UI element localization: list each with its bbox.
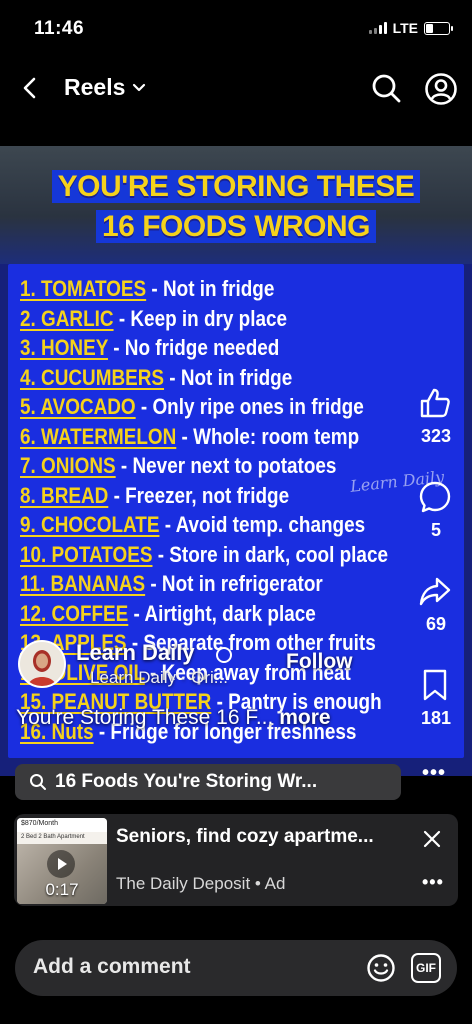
food-list-item: 1. TOMATOES - Not in fridge — [20, 276, 398, 306]
ad-thumb-price: $870/Month — [17, 818, 107, 832]
food-name: 9. CHOCOLATE — [20, 512, 160, 537]
ad-thumbnail[interactable]: $870/Month 2 Bed 2 Bath Apartment 0:17 — [17, 818, 107, 904]
food-list-item: 8. BREAD - Freezer, not fridge — [20, 483, 398, 513]
audio-label[interactable]: Learn Daily · Ori... — [90, 668, 228, 688]
food-tip: - Store in dark, cool place — [152, 541, 388, 567]
food-list-item: 9. CHOCOLATE - Avoid temp. changes — [20, 512, 398, 542]
food-list-item: 10. POTATOES - Store in dark, cool place — [20, 542, 398, 572]
food-tip: - Not in fridge — [146, 276, 275, 301]
food-tip: - Not in refrigerator — [145, 571, 323, 596]
headline-line1: YOU'RE STORING THESE — [0, 168, 472, 206]
ad-more-icon[interactable]: ••• — [422, 872, 444, 893]
food-tip: - Keep in dry place — [113, 305, 288, 331]
ad-label: Ad — [264, 874, 286, 893]
search-chip-text: 16 Foods You're Storing Wr... — [55, 771, 318, 792]
follow-button[interactable]: Follow — [286, 650, 353, 674]
food-list-item: 5. AVOCADO - Only ripe ones in fridge — [20, 394, 398, 424]
food-tip: - Freezer, not fridge — [108, 482, 290, 508]
status-indicators: LTE — [368, 20, 453, 36]
caption-more[interactable]: more — [279, 706, 330, 729]
ad-title[interactable]: Seniors, find cozy apartme... — [116, 826, 374, 848]
food-name: 8. BREAD — [20, 482, 109, 508]
creator-avatar[interactable] — [18, 640, 66, 688]
food-name: 3. HONEY — [20, 335, 108, 360]
signal-icon — [368, 22, 387, 34]
ad-duration: 0:17 — [45, 880, 79, 899]
like-count: 323 — [420, 426, 452, 446]
food-tip: - Airtight, dark place — [128, 600, 316, 626]
food-name: 2. GARLIC — [20, 305, 114, 331]
food-tip: - Whole: room temp — [176, 423, 360, 449]
food-tip: - No fridge needed — [107, 335, 280, 360]
food-name: 12. COFFEE — [20, 600, 129, 626]
share-icon[interactable] — [418, 574, 452, 608]
comment-bar: GIF — [15, 940, 457, 996]
play-icon[interactable] — [47, 850, 75, 878]
food-list-item: 3. HONEY - No fridge needed — [20, 335, 398, 365]
back-arrow-icon[interactable] — [18, 76, 42, 100]
ad-thumb-caption: 2 Bed 2 Bath Apartment — [17, 832, 107, 844]
reels-title-dropdown[interactable]: Reels — [64, 74, 147, 101]
like-icon[interactable] — [418, 386, 452, 420]
save-count: 181 — [420, 708, 452, 728]
status-time: 11:46 — [34, 18, 85, 39]
emoji-icon[interactable] — [366, 953, 396, 983]
ad-sponsor-line: The Daily Deposit • Ad — [116, 874, 286, 893]
battery-icon — [424, 21, 453, 35]
ad-card[interactable]: $870/Month 2 Bed 2 Bath Apartment 0:17 S… — [14, 814, 458, 906]
gif-button[interactable]: GIF — [411, 953, 441, 983]
headline-line2: 16 FOODS WRONG — [0, 208, 472, 246]
food-list-item: 7. ONIONS - Never next to potatoes — [20, 453, 398, 483]
food-list-item: 11. BANANAS - Not in refrigerator — [20, 571, 398, 601]
ad-sponsor: The Daily Deposit — [116, 874, 251, 893]
share-count: 69 — [425, 614, 447, 634]
reel-video[interactable]: YOU'RE STORING THESE 16 FOODS WRONG 1. T… — [0, 146, 472, 776]
food-name: 10. POTATOES — [20, 541, 153, 567]
caption-text: You're Storing These 16 F... — [16, 706, 274, 729]
page-title: Reels — [64, 74, 126, 100]
food-tip: - Never next to potatoes — [115, 453, 337, 478]
food-name: 6. WATERMELON — [20, 423, 177, 449]
food-name: 5. AVOCADO — [20, 394, 136, 419]
food-list-item: 2. GARLIC - Keep in dry place — [20, 306, 398, 336]
food-name: 11. BANANAS — [20, 571, 146, 596]
search-icon[interactable] — [370, 72, 402, 104]
profile-icon[interactable] — [424, 72, 458, 106]
network-label: LTE — [392, 20, 418, 36]
comment-icon[interactable] — [418, 480, 452, 514]
food-tip: - Only ripe ones in fridge — [135, 394, 364, 419]
food-list-item: 4. CUCUMBERS - Not in fridge — [20, 365, 398, 395]
food-list-item: 12. COFFEE - Airtight, dark place — [20, 601, 398, 631]
food-list-item: 6. WATERMELON - Whole: room temp — [20, 424, 398, 454]
related-search-chip[interactable]: 16 Foods You're Storing Wr... — [15, 764, 401, 800]
food-tip: - Avoid temp. changes — [159, 512, 366, 537]
more-options-icon[interactable]: ••• — [422, 762, 446, 785]
close-icon[interactable] — [419, 826, 445, 852]
food-name: 7. ONIONS — [20, 453, 116, 478]
creator-name[interactable]: Learn Daily — [76, 640, 195, 666]
comment-count: 5 — [430, 520, 441, 540]
chevron-down-icon — [133, 83, 146, 91]
search-icon — [30, 774, 46, 790]
food-name: 4. CUCUMBERS — [20, 364, 165, 390]
food-tip: - Not in fridge — [164, 364, 293, 390]
caption[interactable]: You're Storing These 16 F... more — [16, 706, 331, 730]
food-name: 1. TOMATOES — [20, 276, 147, 301]
bookmark-icon[interactable] — [418, 668, 452, 702]
verified-icon — [216, 647, 232, 663]
food-list: 1. TOMATOES - Not in fridge 2. GARLIC - K… — [20, 276, 460, 748]
comment-input[interactable] — [31, 954, 335, 980]
